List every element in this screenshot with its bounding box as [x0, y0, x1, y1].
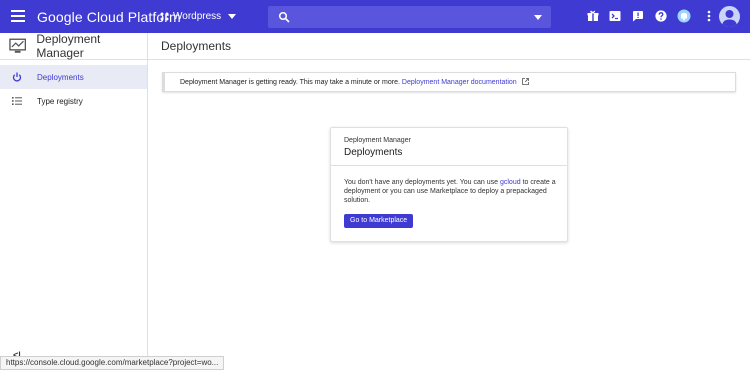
notifications-alert-icon[interactable]: [632, 10, 644, 22]
sidebar-item-type-registry[interactable]: Type registry: [0, 89, 147, 113]
page-title: Deployments: [161, 39, 232, 53]
go-to-marketplace-button[interactable]: Go to Marketplace: [344, 214, 414, 228]
sidebar-header: Deployment Manager: [0, 32, 147, 60]
external-link-icon: [521, 78, 529, 85]
gcloud-link[interactable]: gcloud: [500, 179, 521, 186]
sidebar: Deployment Manager Deployments Type regi…: [0, 32, 148, 370]
search-input[interactable]: [268, 6, 551, 28]
project-dots-icon: [160, 12, 169, 21]
sidebar-item-deployments[interactable]: Deployments: [0, 65, 147, 89]
card-body: You don't have any deployments yet. You …: [344, 178, 559, 205]
search-dropdown-icon[interactable]: [534, 15, 542, 20]
empty-state-card: Deployment Manager Deployments You don't…: [330, 127, 568, 242]
banner-message: Deployment Manager is getting ready. Thi…: [180, 78, 529, 86]
chevron-down-icon: [228, 14, 237, 19]
card-heading: Deployments: [344, 147, 403, 158]
documentation-link[interactable]: Deployment Manager documentation: [402, 79, 517, 86]
deployment-manager-icon: [9, 38, 27, 53]
sidebar-item-label: Deployments: [37, 72, 84, 82]
account-avatar-icon[interactable]: [719, 6, 740, 27]
cloud-shell-icon[interactable]: [609, 10, 621, 22]
sidebar-item-label: Type registry: [37, 96, 83, 106]
project-selector[interactable]: Wordpress: [160, 11, 237, 22]
search-icon: [278, 11, 290, 23]
more-icon[interactable]: [703, 10, 715, 22]
info-banner: Deployment Manager is getting ready. Thi…: [162, 72, 736, 92]
sidebar-title: Deployment Manager: [36, 32, 101, 60]
banner-text: Deployment Manager is getting ready. Thi…: [180, 79, 400, 86]
status-bar-url: https://console.cloud.google.com/marketp…: [0, 356, 225, 370]
card-body-text: You don't have any deployments yet. You …: [344, 179, 500, 186]
bell-icon[interactable]: [677, 9, 691, 23]
top-app-bar: Google Cloud Platform Wordpress: [0, 0, 750, 33]
card-kicker: Deployment Manager: [344, 137, 411, 144]
help-icon[interactable]: [655, 10, 667, 22]
page-header: Deployments: [148, 33, 750, 60]
power-icon: [12, 72, 22, 82]
project-name: Wordpress: [173, 11, 222, 22]
person-silhouette-icon: [722, 10, 737, 27]
hamburger-menu-icon[interactable]: [11, 10, 25, 22]
card-divider: [331, 165, 567, 166]
list-icon: [12, 97, 22, 105]
gift-icon[interactable]: [587, 10, 599, 22]
